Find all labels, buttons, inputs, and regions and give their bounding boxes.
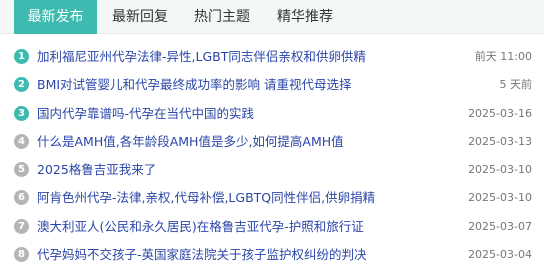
post-date: 前天 11:00 [474, 50, 532, 63]
post-title-link[interactable]: 国内代孕靠谱吗-代孕在当代中国的实践 [37, 104, 437, 123]
post-date: 2025-03-13 [468, 134, 532, 148]
post-title-link[interactable]: 澳大利亚人(公民和永久居民)在格鲁吉亚代孕-护照和旅行证 [37, 217, 437, 236]
post-title-link[interactable]: 2025格鲁吉亚我来了 [37, 160, 437, 179]
post-title-link[interactable]: 代孕妈妈不交孩子-英国家庭法院关于孩子监护权纠纷的判决 [37, 245, 437, 264]
list-item: 6 阿肯色州代孕-法律,亲权,代母补偿,LGBTQ同性伴侣,供卵捐精 2025-… [0, 184, 544, 212]
post-title-link[interactable]: BMI对试管婴儿和代孕最终成功率的影响 请重视代母选择 [37, 75, 437, 94]
post-title-link[interactable]: 加利福尼亚州代孕法律-异性,LGBT同志伴侣亲权和供卵供精 [37, 47, 437, 66]
tab-hot-topics[interactable]: 热门主题 [183, 0, 261, 34]
list-item: 4 什么是AMH值,各年龄段AMH值是多少,如何提高AMH值 2025-03-1… [0, 128, 544, 156]
post-title-link[interactable]: 阿肯色州代孕-法律,亲权,代母补偿,LGBTQ同性伴侣,供卵捐精 [37, 188, 437, 207]
list-item: 1 加利福尼亚州代孕法律-异性,LGBT同志伴侣亲权和供卵供精 前天 11:00 [0, 43, 544, 71]
latest-posts-widget: 最新发布 最新回复 热门主题 精华推荐 1 加利福尼亚州代孕法律-异性,LGBT… [0, 0, 544, 269]
post-date: 2025-03-10 [468, 163, 532, 177]
rank-badge: 5 [14, 162, 29, 178]
list-item: 8 代孕妈妈不交孩子-英国家庭法院关于孩子监护权纠纷的判决 2025-03-04 [0, 241, 544, 269]
post-date: 2025-03-16 [468, 106, 532, 120]
post-title-link[interactable]: 什么是AMH值,各年龄段AMH值是多少,如何提高AMH值 [37, 132, 437, 151]
list-item: 3 国内代孕靠谱吗-代孕在当代中国的实践 2025-03-16 [0, 100, 544, 128]
rank-badge: 3 [14, 105, 29, 121]
rank-badge: 7 [14, 218, 29, 234]
post-date: 5 天前 [499, 78, 533, 92]
rank-badge: 1 [14, 49, 29, 64]
list-item: 5 2025格鲁吉亚我来了 2025-03-10 [0, 156, 544, 184]
rank-badge: 4 [14, 133, 29, 149]
post-date: 2025-03-10 [468, 191, 532, 205]
tab-featured[interactable]: 精华推荐 [266, 0, 344, 34]
tab-latest-replies[interactable]: 最新回复 [101, 0, 179, 34]
tab-latest-posts[interactable]: 最新发布 [14, 0, 97, 34]
tab-bar: 最新发布 最新回复 热门主题 精华推荐 [0, 0, 544, 34]
list-item: 7 澳大利亚人(公民和永久居民)在格鲁吉亚代孕-护照和旅行证 2025-03-0… [0, 213, 544, 241]
rank-badge: 6 [14, 190, 29, 206]
rank-badge: 2 [14, 77, 29, 93]
post-date: 2025-03-07 [468, 219, 532, 233]
list-item: 2 BMI对试管婴儿和代孕最终成功率的影响 请重视代母选择 5 天前 [0, 71, 544, 99]
rank-badge: 8 [14, 247, 29, 263]
post-date: 2025-03-04 [468, 248, 532, 262]
post-list: 1 加利福尼亚州代孕法律-异性,LGBT同志伴侣亲权和供卵供精 前天 11:00… [0, 43, 544, 269]
